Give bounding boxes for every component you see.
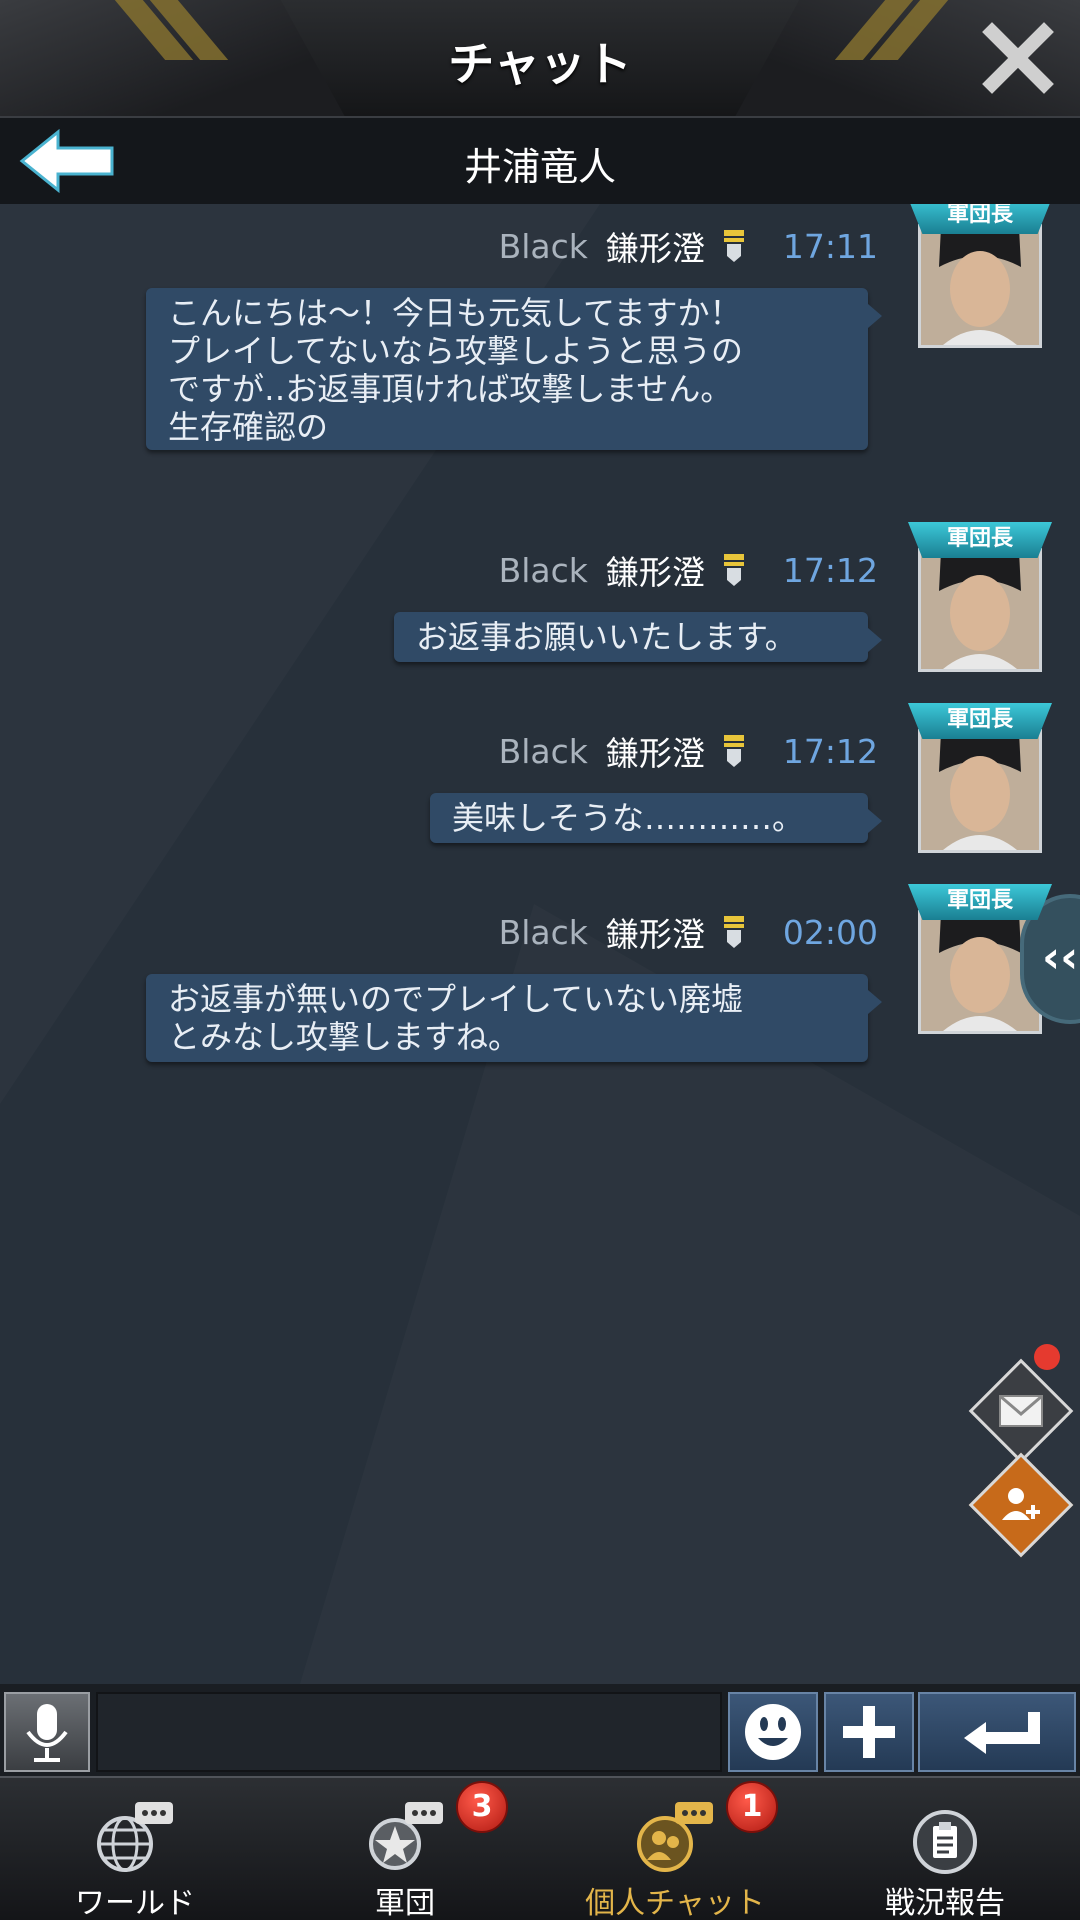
mail-icon: [999, 1394, 1043, 1427]
smiley-icon: [745, 1704, 801, 1760]
page-title: チャット: [448, 37, 632, 91]
sender-avatar[interactable]: 軍団長: [908, 204, 1052, 354]
message-bubble[interactable]: お返事が無いのでプレイしていない廃墟 とみなし攻撃しますね。: [146, 974, 882, 1062]
double-chevron-left-icon: ‹‹: [1042, 932, 1079, 983]
message-input-bar: [0, 1684, 1080, 1776]
message-line: 生存確認の: [168, 408, 329, 446]
rank-badge: 軍団長: [908, 703, 1052, 739]
message-line: とみなし攻撃しますね。: [168, 1018, 521, 1056]
unread-count-badge: 1: [726, 1781, 778, 1833]
sender-avatar[interactable]: 軍団長: [908, 522, 1052, 678]
message-time: 02:00: [782, 912, 878, 952]
legion-chat-icon: [369, 1802, 443, 1870]
nav-label: 軍団: [375, 1886, 435, 1920]
message-time: 17:11: [782, 226, 878, 266]
sender-name: 鎌形澄: [605, 915, 705, 954]
nav-battle-report[interactable]: 戦況報告: [810, 1778, 1080, 1920]
close-icon: [982, 22, 1054, 94]
header-bar: チャット: [0, 0, 1080, 118]
sender-tag: Black: [498, 912, 588, 952]
message-input[interactable]: [96, 1692, 722, 1772]
rank-badge: 軍団長: [908, 884, 1052, 920]
microphone-icon: [26, 1704, 68, 1762]
message-meta: Black 鎌形澄 17:12: [498, 729, 878, 774]
nav-label: 個人チャット: [585, 1886, 765, 1920]
plus-icon: [843, 1706, 895, 1758]
conversation-header: 井浦竜人: [0, 118, 1080, 204]
voice-input-button[interactable]: [4, 1692, 90, 1772]
avatar: [918, 548, 1042, 672]
rank-icon: [723, 735, 744, 767]
notification-dot: [1034, 1344, 1060, 1370]
sender-tag: Black: [498, 226, 588, 266]
message-line: ですが‥お返事頂ければ攻撃しません。: [168, 370, 733, 408]
person-portrait-icon: [921, 551, 1039, 669]
sender-name: 鎌形澄: [605, 553, 705, 592]
message-line: 美味しそうな…………。: [452, 799, 805, 837]
rank-icon: [723, 916, 744, 948]
chat-message-list[interactable]: Black 鎌形澄 17:11 こんにちは～！今日も元気してますか！ プレイして…: [0, 204, 1080, 1684]
rank-badge: 軍団長: [908, 204, 1052, 234]
attach-button[interactable]: [824, 1692, 914, 1772]
sender-tag: Black: [498, 550, 588, 590]
bottom-navigation: ワールド 軍団 3 個人チャット 1 戦況報告: [0, 1776, 1080, 1920]
avatar: [918, 224, 1042, 348]
message-bubble[interactable]: こんにちは～！今日も元気してますか！ プレイしてないなら攻撃しようと思うの です…: [146, 288, 882, 450]
sender-name: 鎌形澄: [605, 229, 705, 268]
battle-report-icon: [913, 1810, 977, 1874]
message-meta: Black 鎌形澄 02:00: [498, 910, 878, 955]
message-time: 17:12: [782, 731, 878, 771]
rank-icon: [723, 230, 744, 262]
message-time: 17:12: [782, 550, 878, 590]
nav-legion-chat[interactable]: 軍団 3: [270, 1778, 540, 1920]
personal-chat-icon: [637, 1802, 713, 1872]
message-bubble[interactable]: 美味しそうな…………。: [430, 793, 882, 843]
sender-avatar[interactable]: 軍団長: [908, 703, 1052, 859]
emoji-button[interactable]: [728, 1692, 818, 1772]
message-meta: Black 鎌形澄 17:11: [498, 224, 878, 269]
message-line: こんにちは～！今日も元気してますか！: [168, 294, 742, 332]
close-button[interactable]: [978, 18, 1058, 98]
avatar: [918, 729, 1042, 853]
conversation-partner-name: 井浦竜人: [463, 145, 616, 189]
nav-label: 戦況報告: [885, 1886, 1005, 1920]
message-meta: Black 鎌形澄 17:12: [498, 548, 878, 593]
sender-name: 鎌形澄: [605, 734, 705, 773]
rank-badge: 軍団長: [908, 522, 1052, 558]
message-line: お返事が無いのでプレイしていない廃墟: [168, 980, 744, 1018]
world-chat-icon: [97, 1802, 173, 1872]
rank-icon: [723, 554, 744, 586]
enter-arrow-icon: [964, 1712, 1040, 1754]
nav-label: ワールド: [75, 1886, 195, 1920]
unread-count-badge: 3: [456, 1781, 508, 1833]
message-line: お返事お願いいたします。: [416, 618, 797, 656]
person-portrait-icon: [921, 732, 1039, 850]
person-portrait-icon: [921, 227, 1039, 345]
sender-tag: Black: [498, 731, 588, 771]
nav-world-chat[interactable]: ワールド: [0, 1778, 270, 1920]
message-bubble[interactable]: お返事お願いいたします。: [394, 612, 882, 662]
message-line: プレイしてないなら攻撃しようと思うの: [168, 332, 744, 370]
add-friend-icon: [1002, 1488, 1040, 1520]
send-button[interactable]: [918, 1692, 1076, 1772]
nav-personal-chat[interactable]: 個人チャット 1: [540, 1778, 810, 1920]
